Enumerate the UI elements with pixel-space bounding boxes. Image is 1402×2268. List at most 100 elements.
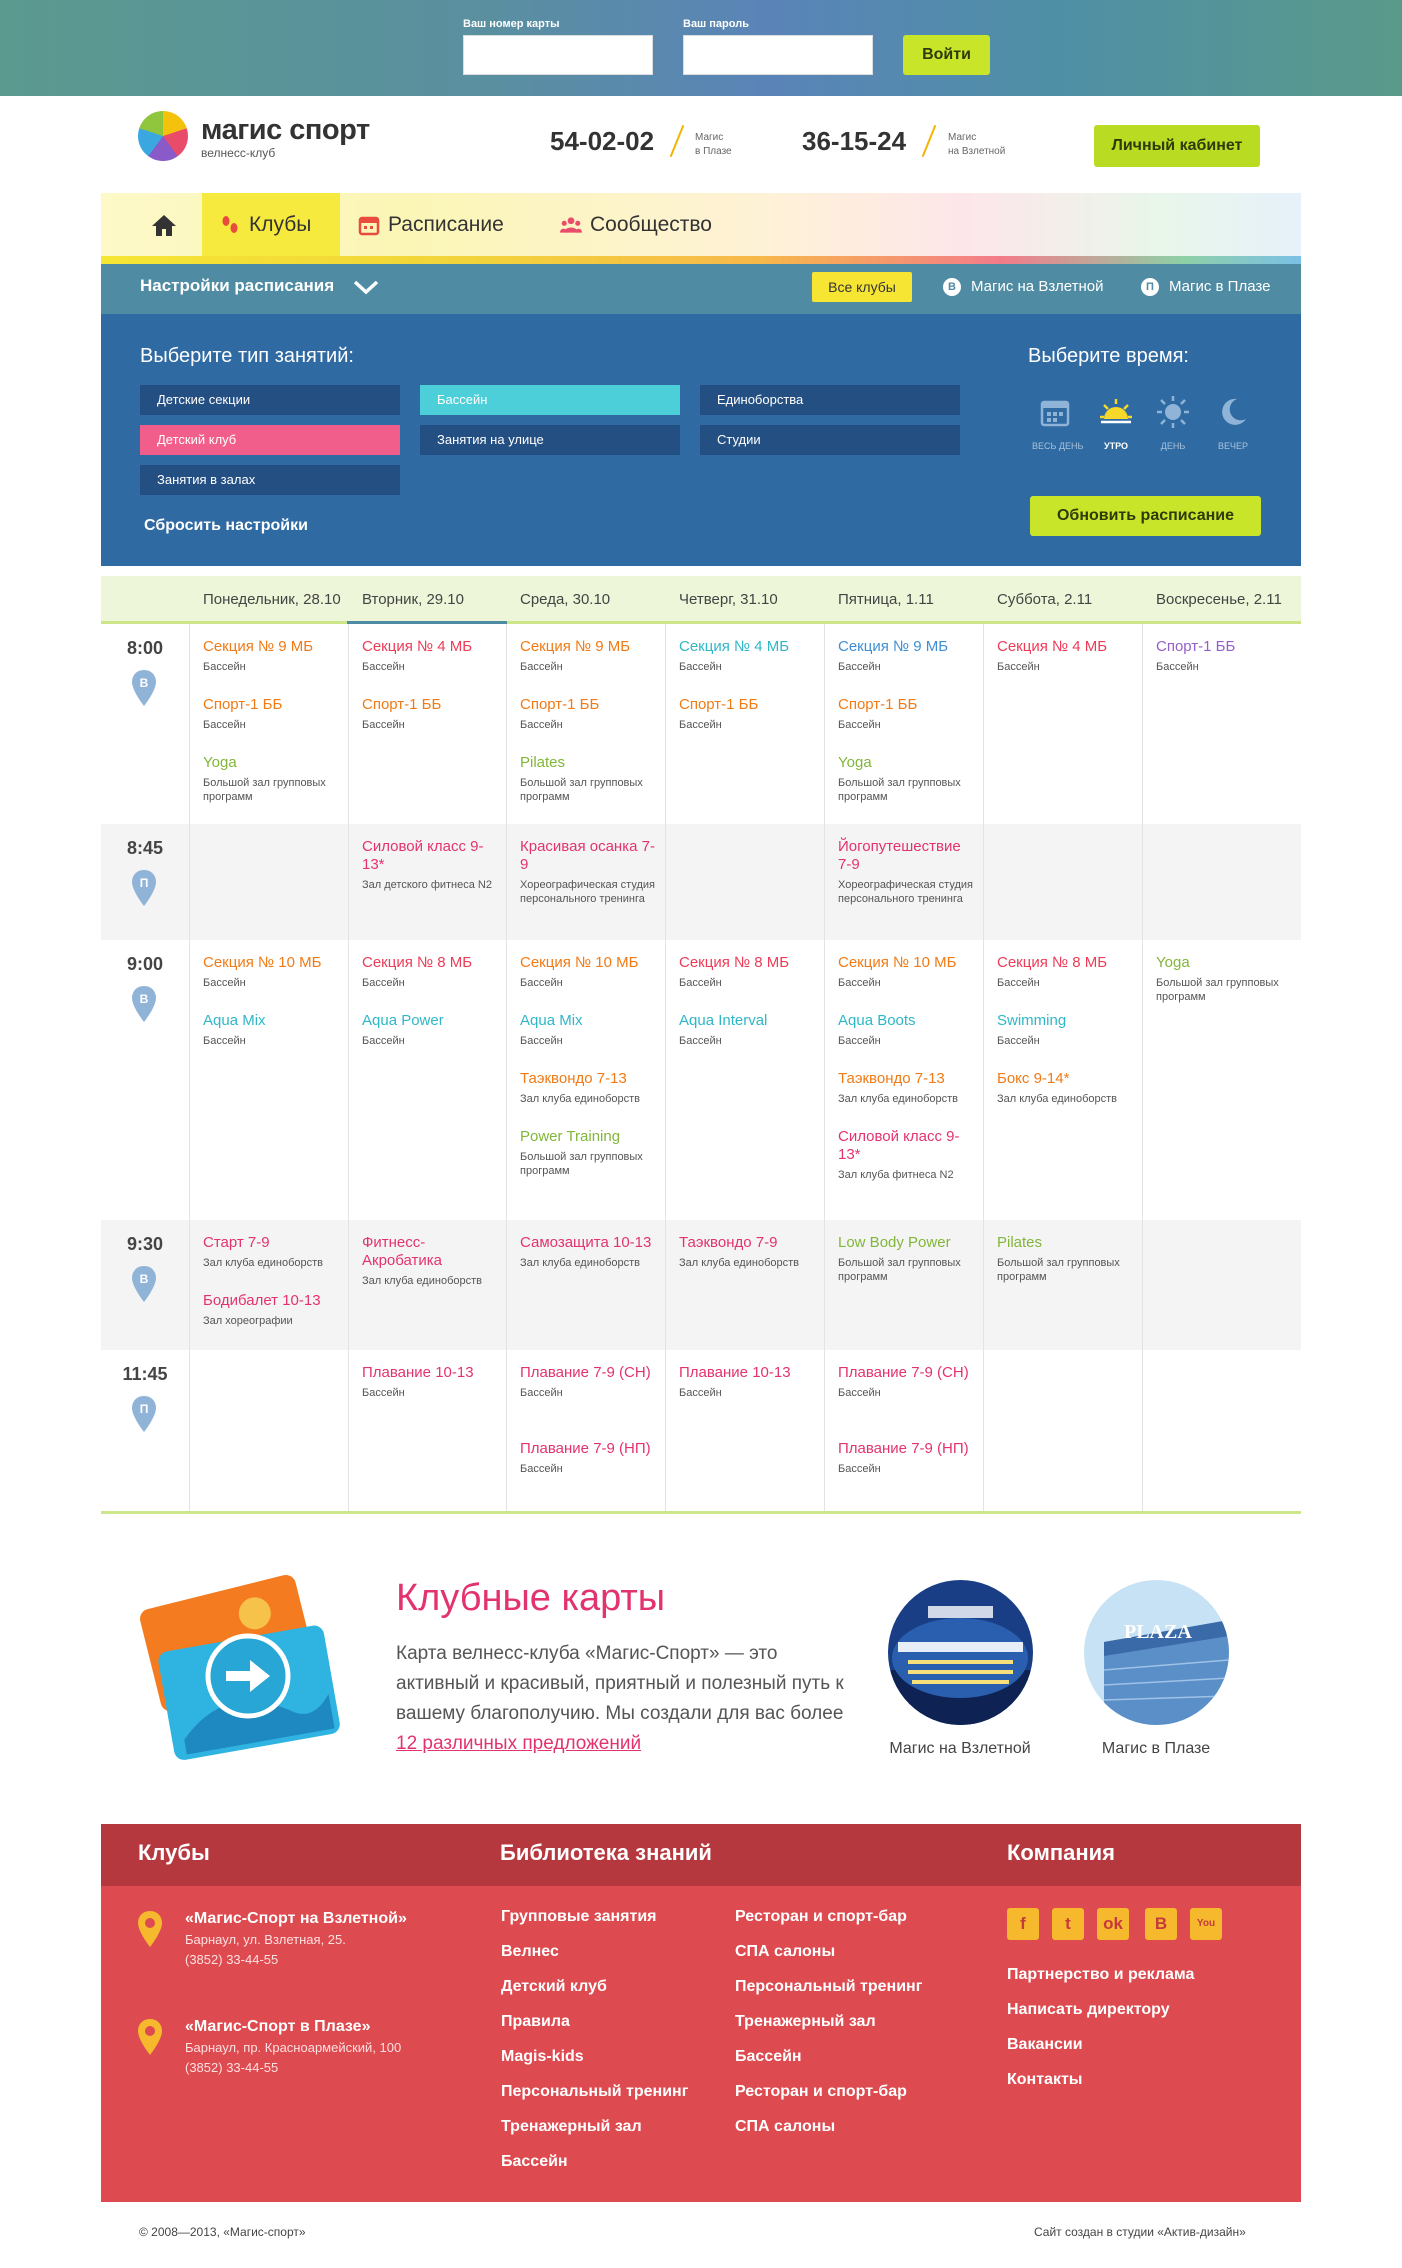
event-title[interactable]: Секция № 9 МБ [203, 638, 338, 656]
event-title[interactable]: Yoga [838, 754, 973, 772]
schedule-event[interactable]: Самозащита 10-13 Зал клуба единоборств [520, 1234, 655, 1270]
schedule-event[interactable]: Aqua Mix Бассейн [203, 1012, 338, 1048]
schedule-event[interactable]: Спорт-1 ББ Бассейн [679, 696, 814, 732]
schedule-event[interactable]: Секция № 8 МБ Бассейн [362, 954, 496, 990]
footer-club-vzletnaya[interactable]: «Магис-Спорт на Взлетной» [185, 1910, 407, 1928]
event-title[interactable]: Секция № 9 МБ [520, 638, 655, 656]
login-button[interactable]: Войти [903, 35, 990, 75]
studio-credit[interactable]: Сайт создан в студии «Актив-дизайн» [1034, 2225, 1246, 2239]
personal-cabinet-button[interactable]: Личный кабинет [1094, 125, 1260, 167]
schedule-event[interactable]: Секция № 10 МБ Бассейн [838, 954, 973, 990]
schedule-event[interactable]: Плавание 7-9 (НП) Бассейн [838, 1440, 973, 1476]
facebook-icon[interactable]: f [1007, 1908, 1039, 1940]
footer-link[interactable]: Написать директору [1007, 2001, 1170, 2019]
schedule-event[interactable]: Swimming Бассейн [997, 1012, 1132, 1048]
footer-link[interactable]: Ресторан и спорт-бар [735, 1908, 907, 1926]
schedule-event[interactable]: Йогопутешествие 7-9 Хореографическая студ… [838, 838, 973, 906]
refresh-schedule-button[interactable]: Обновить расписание [1030, 496, 1261, 536]
event-title[interactable]: Бокс 9-14* [997, 1070, 1132, 1088]
schedule-event[interactable]: Aqua Mix Бассейн [520, 1012, 655, 1048]
footer-club-plaza[interactable]: «Магис-Спорт в Плазе» [185, 2018, 370, 2036]
footer-link[interactable]: Правила [501, 2013, 570, 2031]
footer-link[interactable]: Бассейн [501, 2153, 568, 2171]
schedule-event[interactable]: Power Training Большой зал групповых прог… [520, 1128, 655, 1178]
logo-text[interactable]: магис спорт [201, 114, 370, 147]
schedule-event[interactable]: Таэквондо 7-13 Зал клуба единоборств [520, 1070, 655, 1106]
event-title[interactable]: Плавание 7-9 (НП) [838, 1440, 973, 1458]
type-kids-club[interactable]: Детский клуб [140, 425, 400, 455]
schedule-event[interactable]: Секция № 4 МБ Бассейн [679, 638, 814, 674]
footer-link[interactable]: Велнес [501, 1943, 559, 1961]
event-title[interactable]: Yoga [203, 754, 338, 772]
footer-link[interactable]: СПА салоны [735, 1943, 835, 1961]
event-title[interactable]: Секция № 10 МБ [838, 954, 973, 972]
event-title[interactable]: Aqua Power [362, 1012, 496, 1030]
schedule-event[interactable]: Спорт-1 ББ Бассейн [838, 696, 973, 732]
schedule-event[interactable]: Секция № 8 МБ Бассейн [679, 954, 814, 990]
event-title[interactable]: Спорт-1 ББ [203, 696, 338, 714]
schedule-event[interactable]: Aqua Power Бассейн [362, 1012, 496, 1048]
schedule-event[interactable]: Pilates Большой зал групповых программ [997, 1234, 1132, 1284]
schedule-event[interactable]: Aqua Boots Бассейн [838, 1012, 973, 1048]
schedule-event[interactable]: Low Body Power Большой зал групповых прог… [838, 1234, 973, 1284]
schedule-event[interactable]: Силовой класс 9-13* Зал клуба фитнеса N2 [838, 1128, 973, 1182]
event-title[interactable]: Секция № 4 МБ [997, 638, 1132, 656]
type-martial-arts[interactable]: Единоборства [700, 385, 960, 415]
event-title[interactable]: Aqua Mix [203, 1012, 338, 1030]
schedule-event[interactable]: Секция № 4 МБ Бассейн [997, 638, 1132, 674]
odnoklassniki-icon[interactable]: ok [1097, 1908, 1129, 1940]
schedule-event[interactable]: Секция № 9 МБ Бассейн [838, 638, 973, 674]
event-title[interactable]: Aqua Interval [679, 1012, 814, 1030]
event-title[interactable]: Плавание 7-9 (СН) [520, 1364, 655, 1382]
event-title[interactable]: Самозащита 10-13 [520, 1234, 655, 1252]
footer-link[interactable]: Вакансии [1007, 2036, 1083, 2054]
schedule-event[interactable]: Бокс 9-14* Зал клуба единоборств [997, 1070, 1132, 1106]
event-title[interactable]: Силовой класс 9-13* [838, 1128, 973, 1164]
club-filter-vzletnaya[interactable]: В Магис на Взлетной [943, 278, 1104, 297]
schedule-event[interactable]: Секция № 4 МБ Бассейн [362, 638, 496, 674]
event-title[interactable]: Старт 7-9 [203, 1234, 338, 1252]
youtube-icon[interactable]: You [1190, 1908, 1222, 1940]
logo-icon[interactable] [138, 111, 188, 161]
photo-vzletnaya[interactable] [888, 1580, 1033, 1725]
schedule-event[interactable]: Силовой класс 9-13* Зал детского фитнеса … [362, 838, 496, 892]
event-title[interactable]: Секция № 8 МБ [997, 954, 1132, 972]
time-all-day[interactable]: ВЕСЬ ДЕНЬ [1032, 395, 1083, 451]
schedule-event[interactable]: Yoga Большой зал групповых программ [1156, 954, 1291, 1004]
schedule-event[interactable]: Секция № 10 МБ Бассейн [203, 954, 338, 990]
event-title[interactable]: Low Body Power [838, 1234, 973, 1252]
schedule-event[interactable]: Старт 7-9 Зал клуба единоборств [203, 1234, 338, 1270]
schedule-event[interactable]: Спорт-1 ББ Бассейн [520, 696, 655, 732]
time-evening[interactable]: ВЕЧЕР [1210, 395, 1256, 451]
tab-clubs[interactable]: Клубы [202, 193, 340, 256]
photo-plaza[interactable]: PLAZA [1084, 1580, 1229, 1725]
footer-link[interactable]: Групповые занятия [501, 1908, 657, 1926]
event-title[interactable]: Спорт-1 ББ [838, 696, 973, 714]
schedule-settings-toggle[interactable]: Настройки расписания [140, 276, 379, 296]
event-title[interactable]: Секция № 4 МБ [362, 638, 496, 656]
event-title[interactable]: Фитнесс-Акробатика [362, 1234, 496, 1270]
footer-link[interactable]: Персональный тренинг [735, 1978, 922, 1996]
event-title[interactable]: Бодибалет 10-13 [203, 1292, 338, 1310]
event-title[interactable]: Спорт-1 ББ [520, 696, 655, 714]
event-title[interactable]: Таэквондо 7-9 [679, 1234, 814, 1252]
footer-link[interactable]: Тренажерный зал [735, 2013, 876, 2031]
tab-schedule[interactable]: Расписание [358, 193, 538, 256]
event-title[interactable]: Йогопутешествие 7-9 [838, 838, 973, 874]
schedule-event[interactable]: Таэквондо 7-9 Зал клуба единоборств [679, 1234, 814, 1270]
schedule-event[interactable]: Плавание 7-9 (СН) Бассейн [520, 1364, 655, 1400]
footer-link[interactable]: Magis-kids [501, 2048, 584, 2066]
event-title[interactable]: Aqua Mix [520, 1012, 655, 1030]
schedule-event[interactable]: Спорт-1 ББ Бассейн [362, 696, 496, 732]
footer-link[interactable]: Персональный тренинг [501, 2083, 688, 2101]
event-title[interactable]: Swimming [997, 1012, 1132, 1030]
event-title[interactable]: Секция № 4 МБ [679, 638, 814, 656]
schedule-event[interactable]: Таэквондо 7-13 Зал клуба единоборств [838, 1070, 973, 1106]
event-title[interactable]: Спорт-1 ББ [679, 696, 814, 714]
schedule-event[interactable]: Плавание 7-9 (НП) Бассейн [520, 1440, 655, 1476]
type-kids-sections[interactable]: Детские секции [140, 385, 400, 415]
schedule-event[interactable]: Спорт-1 ББ Бассейн [203, 696, 338, 732]
schedule-event[interactable]: Красивая осанка 7-9 Хореографическая студ… [520, 838, 655, 906]
event-title[interactable]: Секция № 8 МБ [362, 954, 496, 972]
type-outdoor[interactable]: Занятия на улице [420, 425, 680, 455]
